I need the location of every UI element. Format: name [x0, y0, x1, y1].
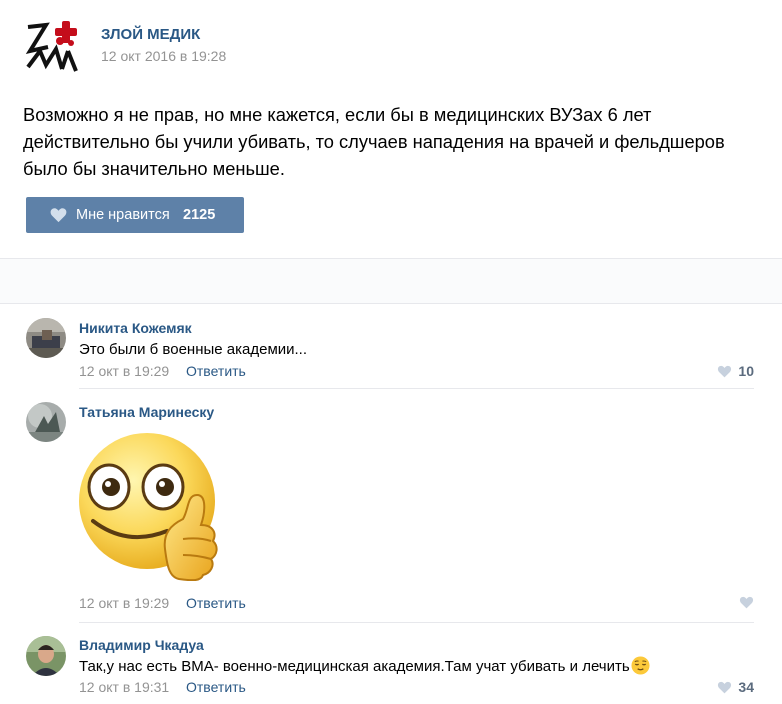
- avatar[interactable]: [26, 402, 66, 442]
- comment: Татьяна Маринеску 12 окт в 19:29 Ответит…: [0, 389, 782, 623]
- heart-icon: [718, 365, 732, 377]
- reply-button[interactable]: Ответить: [186, 679, 246, 695]
- comment-text: Это были б военные академии...: [79, 341, 308, 358]
- heart-icon: [718, 681, 732, 693]
- like-count: 2125: [183, 207, 216, 223]
- comment-author[interactable]: Никита Кожемяк: [79, 320, 192, 336]
- relieved-face-emoji: [631, 656, 650, 675]
- group-logo-icon[interactable]: [24, 17, 80, 73]
- like-label: Мне нравится: [76, 207, 170, 223]
- comment-date[interactable]: 12 окт в 19:29: [79, 595, 169, 611]
- heart-icon: [739, 596, 754, 609]
- avatar[interactable]: [26, 636, 66, 676]
- post-text: Возможно я не прав, но мне кажется, если…: [23, 101, 763, 182]
- thumbs-up-smiley-sticker[interactable]: [79, 429, 221, 581]
- comment-text-content: Так,у нас есть ВМА- военно-медицинская а…: [79, 658, 630, 675]
- reply-button[interactable]: Ответить: [186, 595, 246, 611]
- comment-like-button[interactable]: 34: [717, 679, 754, 695]
- comment: Владимир Чкадуа Так,у нас есть ВМА- воен…: [0, 623, 782, 704]
- avatar-photo-icon: [26, 636, 66, 676]
- comment-like-count: 10: [738, 363, 754, 379]
- reply-button[interactable]: Ответить: [186, 363, 246, 379]
- comment-author[interactable]: Татьяна Маринеску: [79, 404, 214, 420]
- comment-like-button[interactable]: [739, 596, 754, 609]
- post-date[interactable]: 12 окт 2016 в 19:28: [101, 48, 226, 64]
- comment-date[interactable]: 12 окт в 19:29: [79, 363, 169, 379]
- post-text-line: было бы значительно меньше.: [23, 158, 285, 179]
- avatar-photo-icon: [26, 402, 66, 442]
- post-author[interactable]: ЗЛОЙ МЕДИК: [101, 26, 200, 43]
- comment-date[interactable]: 12 окт в 19:31: [79, 679, 169, 695]
- post-text-line: Возможно я не прав, но мне кажется, если…: [23, 104, 652, 125]
- avatar-photo-icon: [26, 318, 66, 358]
- comment-author[interactable]: Владимир Чкадуа: [79, 637, 204, 653]
- comment: Никита Кожемяк Это были б военные академ…: [0, 305, 782, 389]
- heart-icon: [50, 208, 67, 223]
- avatar[interactable]: [26, 318, 66, 358]
- comment-like-count: 34: [738, 679, 754, 695]
- section-separator: [0, 258, 782, 304]
- post: ЗЛОЙ МЕДИК 12 окт 2016 в 19:28 Возможно …: [0, 0, 782, 258]
- comment-like-button[interactable]: 10: [717, 363, 754, 379]
- like-button[interactable]: Мне нравится 2125: [26, 197, 244, 233]
- post-text-line: действительно бы учили убивать, то случа…: [23, 131, 725, 152]
- comment-text: Так,у нас есть ВМА- военно-медицинская а…: [79, 656, 650, 675]
